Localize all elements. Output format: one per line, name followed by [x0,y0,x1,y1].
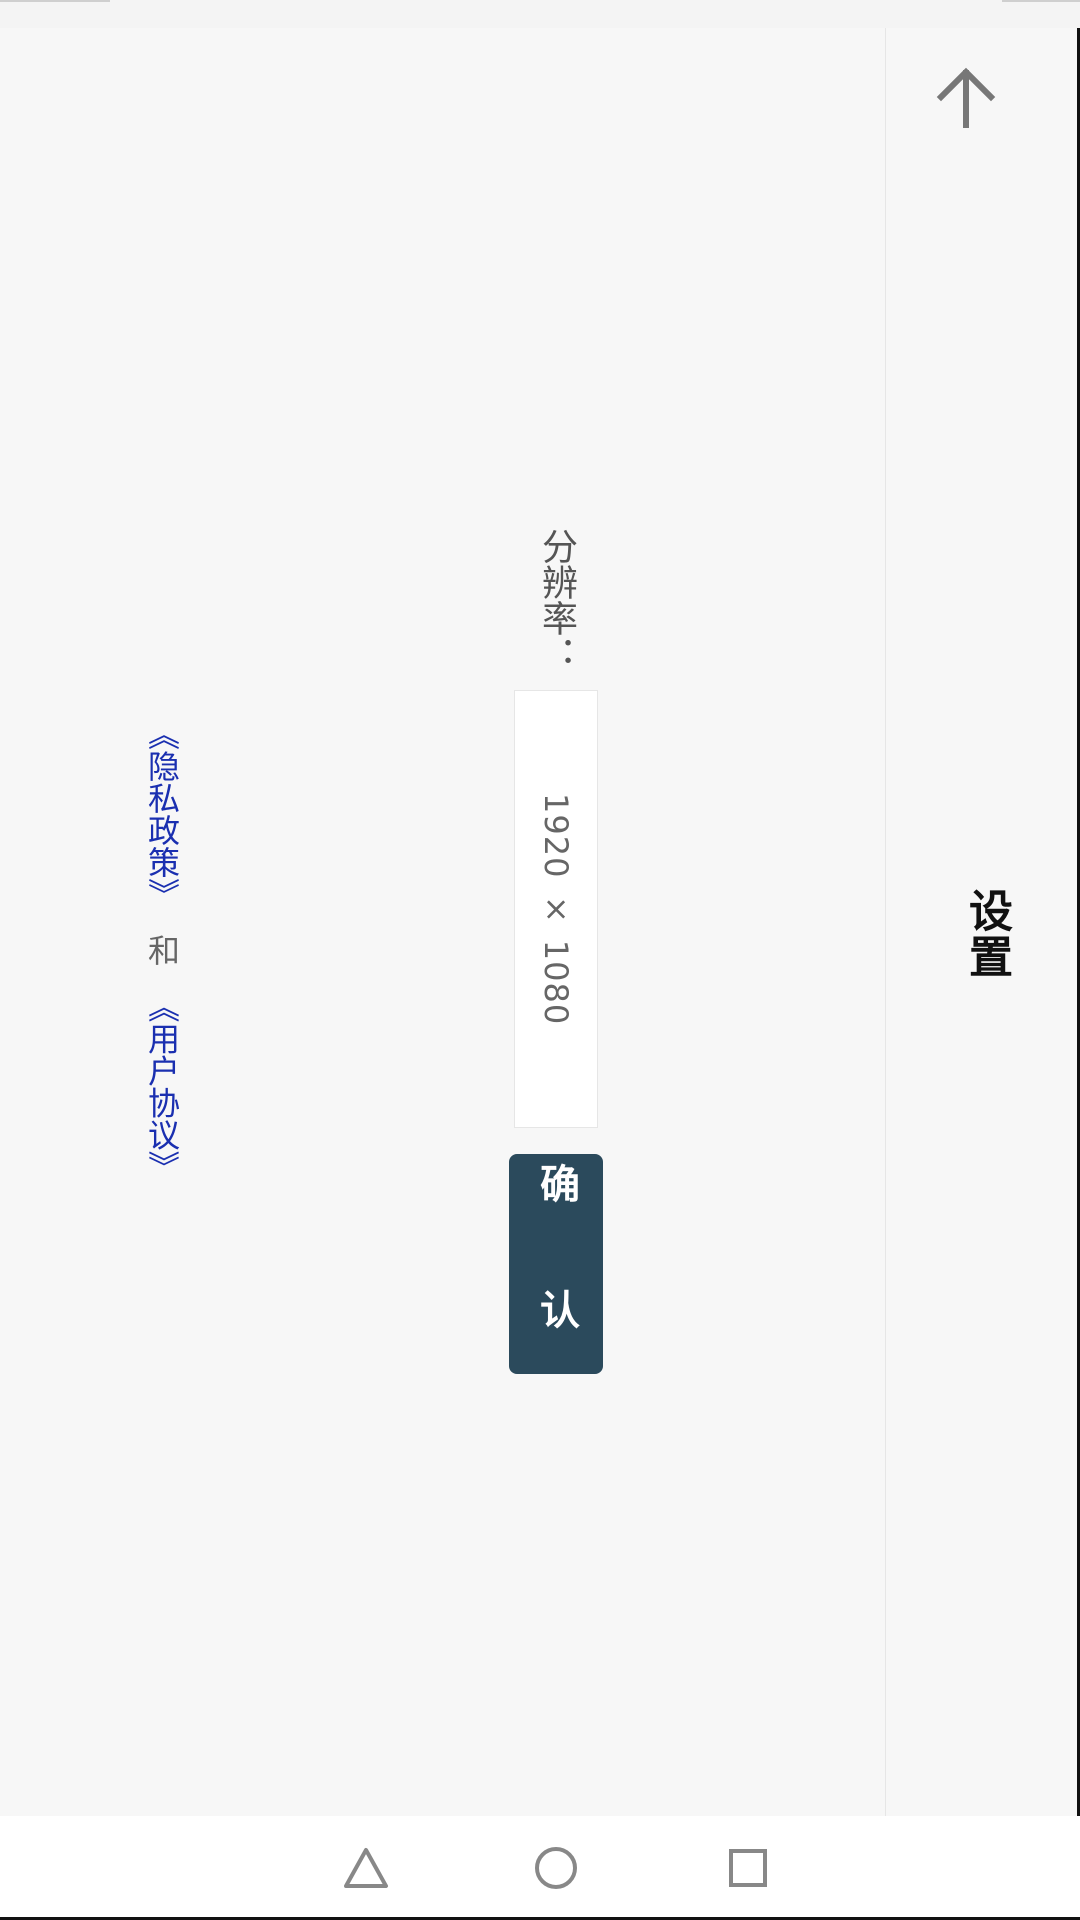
policy-and-text: 和 [143,934,181,967]
system-nav-bar [0,1816,1080,1920]
triangle-back-icon [344,1848,388,1888]
back-button[interactable] [916,48,1016,148]
arrow-up-icon [936,67,996,128]
policy-links: 《隐私政策》 和 《用户协议》 [140,718,184,1182]
resolution-label: 分辨率： [536,528,577,672]
app-bar: 设置 [885,28,1080,1816]
user-agreement-link[interactable]: 《用户协议》 [143,990,181,1182]
page-title: 设置 [961,888,1012,980]
settings-screen: 设置 分辨率： 1920 × 1080 确 认 《隐私政策》 和 《用户协议》 [0,28,1080,1816]
confirm-button[interactable]: 确 认 [509,1154,603,1374]
status-bar-edge-right [1002,0,1080,2]
resolution-value: 1920 × 1080 [537,792,575,1026]
resolution-field[interactable]: 1920 × 1080 [514,690,598,1128]
square-recents-icon [729,1849,767,1887]
nav-back-button[interactable] [338,1840,394,1896]
confirm-button-label: 确 认 [533,1163,579,1365]
status-bar [0,0,1080,28]
nav-recents-button[interactable] [720,1840,776,1896]
circle-home-icon [535,1847,577,1889]
nav-home-button[interactable] [528,1840,584,1896]
privacy-policy-link[interactable]: 《隐私政策》 [143,718,181,910]
status-bar-edge-left [0,0,110,2]
